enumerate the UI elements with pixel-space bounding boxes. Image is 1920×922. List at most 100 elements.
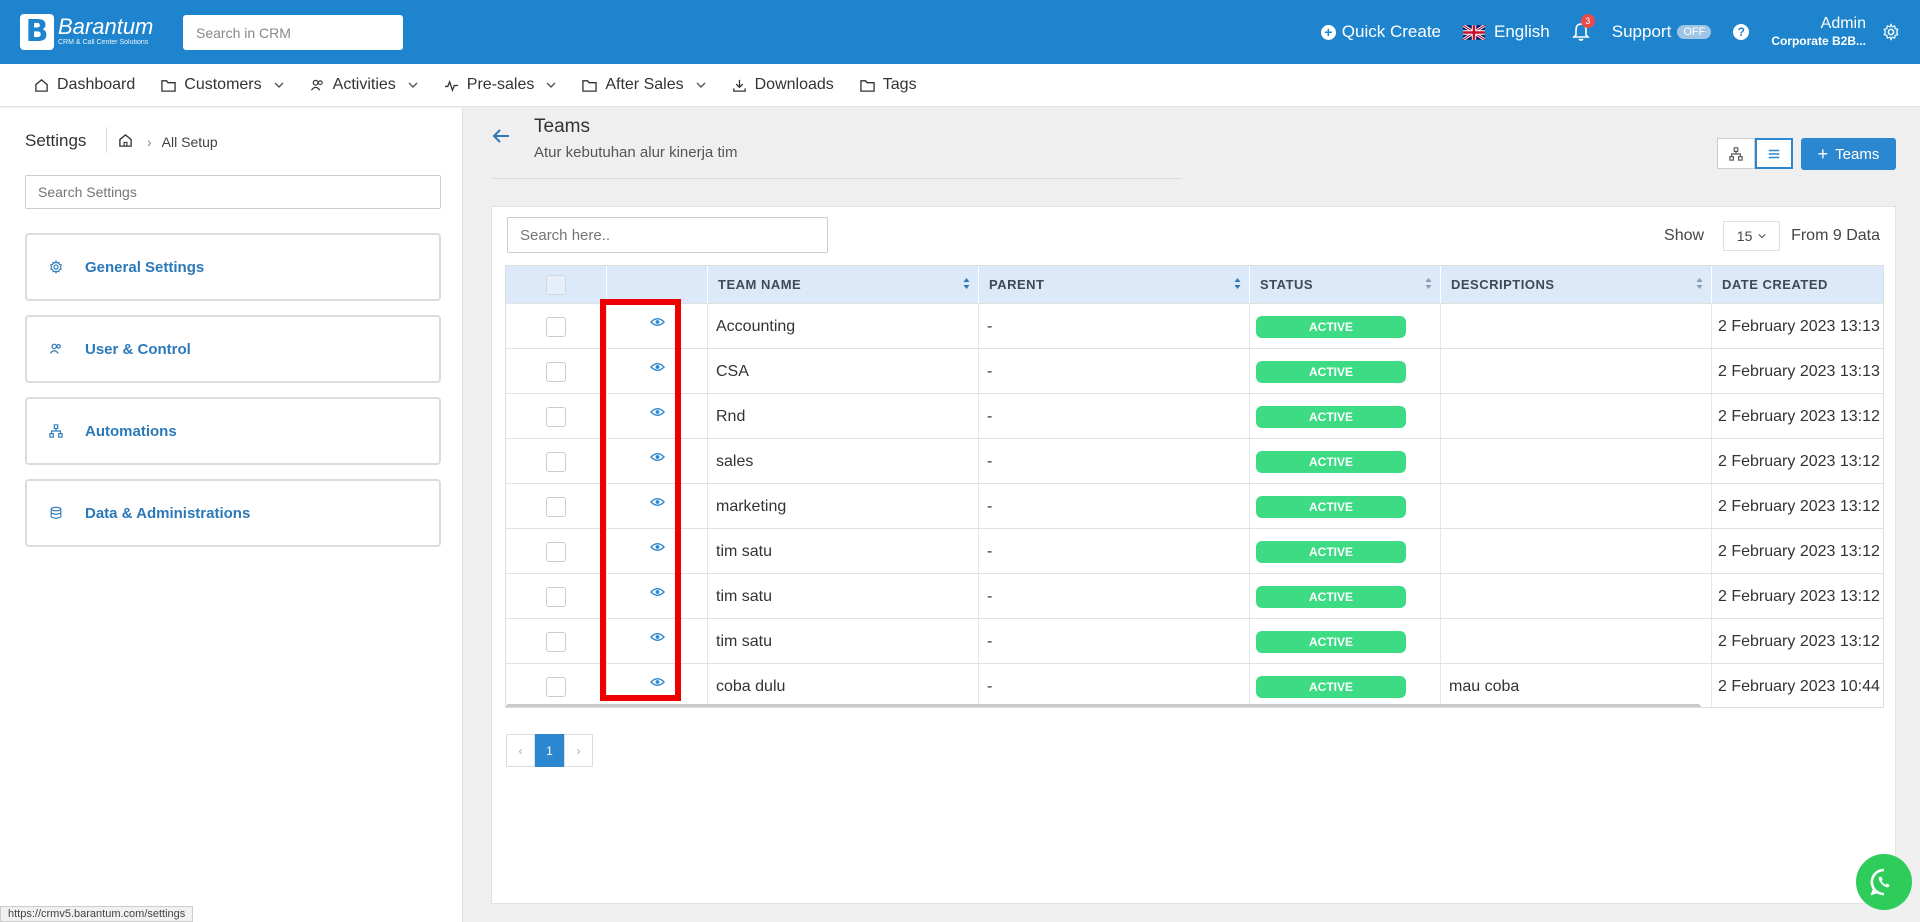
header-status[interactable]: STATUS bbox=[1250, 266, 1441, 303]
nav-tags-label: Tags bbox=[882, 76, 917, 93]
nav-dashboard-label: Dashboard bbox=[57, 76, 136, 93]
team-name-cell[interactable]: Rnd bbox=[708, 394, 979, 439]
nav-dashboard[interactable]: Dashboard bbox=[34, 76, 135, 94]
row-checkbox[interactable] bbox=[546, 541, 566, 562]
parent-cell: - bbox=[979, 439, 1250, 484]
view-eye-icon[interactable] bbox=[649, 407, 665, 417]
team-name-cell[interactable]: tim satu bbox=[708, 619, 979, 664]
whatsapp-chat-button[interactable] bbox=[1856, 854, 1912, 910]
home-icon[interactable] bbox=[118, 133, 133, 148]
user-org: Corporate B2B... bbox=[1771, 34, 1866, 48]
crm-search-input[interactable] bbox=[183, 15, 403, 50]
list-view-button[interactable] bbox=[1755, 138, 1793, 169]
team-name-cell[interactable]: CSA bbox=[708, 349, 979, 394]
row-select-cell bbox=[506, 394, 607, 439]
column-label: TEAM NAME bbox=[718, 277, 802, 292]
row-checkbox[interactable] bbox=[546, 586, 566, 607]
table-header: TEAM NAME PARENT STATUS DESCRIPTIONS DAT… bbox=[506, 266, 1883, 303]
prev-page-button[interactable]: ‹ bbox=[506, 734, 535, 767]
nav-customers[interactable]: Customers bbox=[161, 76, 284, 94]
sort-icon bbox=[1234, 278, 1241, 289]
status-badge: ACTIVE bbox=[1256, 630, 1406, 653]
horizontal-scrollbar[interactable] bbox=[506, 704, 1701, 707]
view-eye-icon[interactable] bbox=[649, 362, 665, 372]
team-name-cell[interactable]: marketing bbox=[708, 484, 979, 529]
row-checkbox[interactable] bbox=[546, 676, 566, 697]
team-name-cell[interactable]: tim satu bbox=[708, 529, 979, 574]
top-bar: B Barantum CRM & Call Center Solutions +… bbox=[0, 0, 1920, 64]
header-team-name[interactable]: TEAM NAME bbox=[708, 266, 979, 303]
row-checkbox[interactable] bbox=[546, 631, 566, 652]
user-menu[interactable]: Admin Corporate B2B... bbox=[1771, 15, 1866, 49]
next-page-button[interactable]: › bbox=[564, 734, 593, 767]
sidebar-card-data-administrations[interactable]: Data & Administrations bbox=[25, 479, 441, 547]
nav-pre-sales[interactable]: Pre-sales bbox=[444, 76, 557, 94]
page-1-button[interactable]: 1 bbox=[535, 734, 564, 767]
team-name-cell[interactable]: tim satu bbox=[708, 574, 979, 619]
sidebar-card-automations[interactable]: Automations bbox=[25, 397, 441, 465]
language-selector[interactable]: English bbox=[1463, 22, 1550, 42]
nav-after-sales-label: After Sales bbox=[605, 76, 684, 93]
sidebar-card-general-settings[interactable]: General Settings bbox=[25, 233, 441, 301]
help-button[interactable]: ? bbox=[1733, 24, 1750, 40]
row-select-cell bbox=[506, 349, 607, 394]
app-name: Barantum bbox=[58, 14, 154, 39]
row-actions-cell bbox=[607, 529, 708, 574]
row-checkbox[interactable] bbox=[546, 451, 566, 472]
app-logo[interactable]: B Barantum CRM & Call Center Solutions bbox=[20, 14, 153, 50]
back-arrow-icon[interactable] bbox=[492, 128, 510, 144]
page-size-select[interactable]: 15 bbox=[1723, 221, 1781, 251]
view-eye-icon[interactable] bbox=[649, 677, 665, 687]
team-name-cell[interactable]: Accounting bbox=[708, 304, 979, 349]
total-count-label: From 9 Data bbox=[1791, 227, 1880, 244]
support-toggle[interactable]: Support OFF bbox=[1612, 22, 1712, 42]
header-parent[interactable]: PARENT bbox=[979, 266, 1250, 303]
nav-activities[interactable]: Activities bbox=[310, 76, 418, 94]
nav-downloads[interactable]: Downloads bbox=[732, 76, 834, 94]
nav-tags[interactable]: Tags bbox=[860, 76, 917, 94]
row-checkbox[interactable] bbox=[546, 361, 566, 382]
table-search-input[interactable] bbox=[507, 217, 828, 253]
select-all-checkbox[interactable] bbox=[546, 274, 566, 295]
status-cell: ACTIVE bbox=[1250, 619, 1441, 664]
sidebar-card-user-control[interactable]: User & Control bbox=[25, 315, 441, 383]
view-eye-icon[interactable] bbox=[649, 497, 665, 507]
column-label: STATUS bbox=[1260, 277, 1314, 292]
users-icon bbox=[49, 343, 61, 354]
view-eye-icon[interactable] bbox=[649, 632, 665, 642]
view-eye-icon[interactable] bbox=[649, 542, 665, 552]
team-name-cell[interactable]: sales bbox=[708, 439, 979, 484]
breadcrumb: › All Setup bbox=[147, 134, 218, 150]
status-cell: ACTIVE bbox=[1250, 349, 1441, 394]
status-badge: ACTIVE bbox=[1256, 675, 1406, 698]
row-checkbox[interactable] bbox=[546, 406, 566, 427]
quick-create-button[interactable]: + Quick Create bbox=[1320, 22, 1441, 42]
notification-count-badge: 3 bbox=[1580, 14, 1595, 28]
language-label: English bbox=[1494, 22, 1550, 41]
add-team-button[interactable]: + Teams bbox=[1801, 138, 1896, 170]
nav-after-sales[interactable]: After Sales bbox=[582, 76, 706, 94]
status-badge: ACTIVE bbox=[1256, 315, 1406, 338]
header-descriptions[interactable]: DESCRIPTIONS bbox=[1441, 266, 1712, 303]
title-divider bbox=[492, 178, 1182, 179]
row-checkbox[interactable] bbox=[546, 316, 566, 337]
view-eye-icon[interactable] bbox=[649, 452, 665, 462]
tree-view-button[interactable] bbox=[1717, 138, 1755, 169]
table-row: coba dulu - ACTIVE mau coba 2 February 2023 … bbox=[506, 663, 1883, 707]
notifications-button[interactable]: 3 bbox=[1571, 14, 1595, 42]
view-eye-icon[interactable] bbox=[649, 317, 665, 327]
sort-icon bbox=[1425, 278, 1432, 289]
row-checkbox[interactable] bbox=[546, 496, 566, 517]
header-date-created[interactable]: DATE CREATED bbox=[1712, 266, 1883, 303]
breadcrumb-all-setup[interactable]: All Setup bbox=[162, 134, 218, 150]
view-eye-icon[interactable] bbox=[649, 587, 665, 597]
status-badge: ACTIVE bbox=[1256, 495, 1406, 518]
row-actions-cell bbox=[607, 349, 708, 394]
table-row: tim satu - ACTIVE 2 February 2023 13:12 bbox=[506, 573, 1883, 619]
sort-icon bbox=[1696, 278, 1703, 289]
settings-search-input[interactable] bbox=[25, 175, 441, 209]
gear-icon[interactable] bbox=[1882, 23, 1900, 41]
team-name-cell[interactable]: coba dulu bbox=[708, 664, 979, 707]
nav-customers-label: Customers bbox=[184, 76, 262, 93]
description-cell: mau coba bbox=[1441, 664, 1712, 707]
